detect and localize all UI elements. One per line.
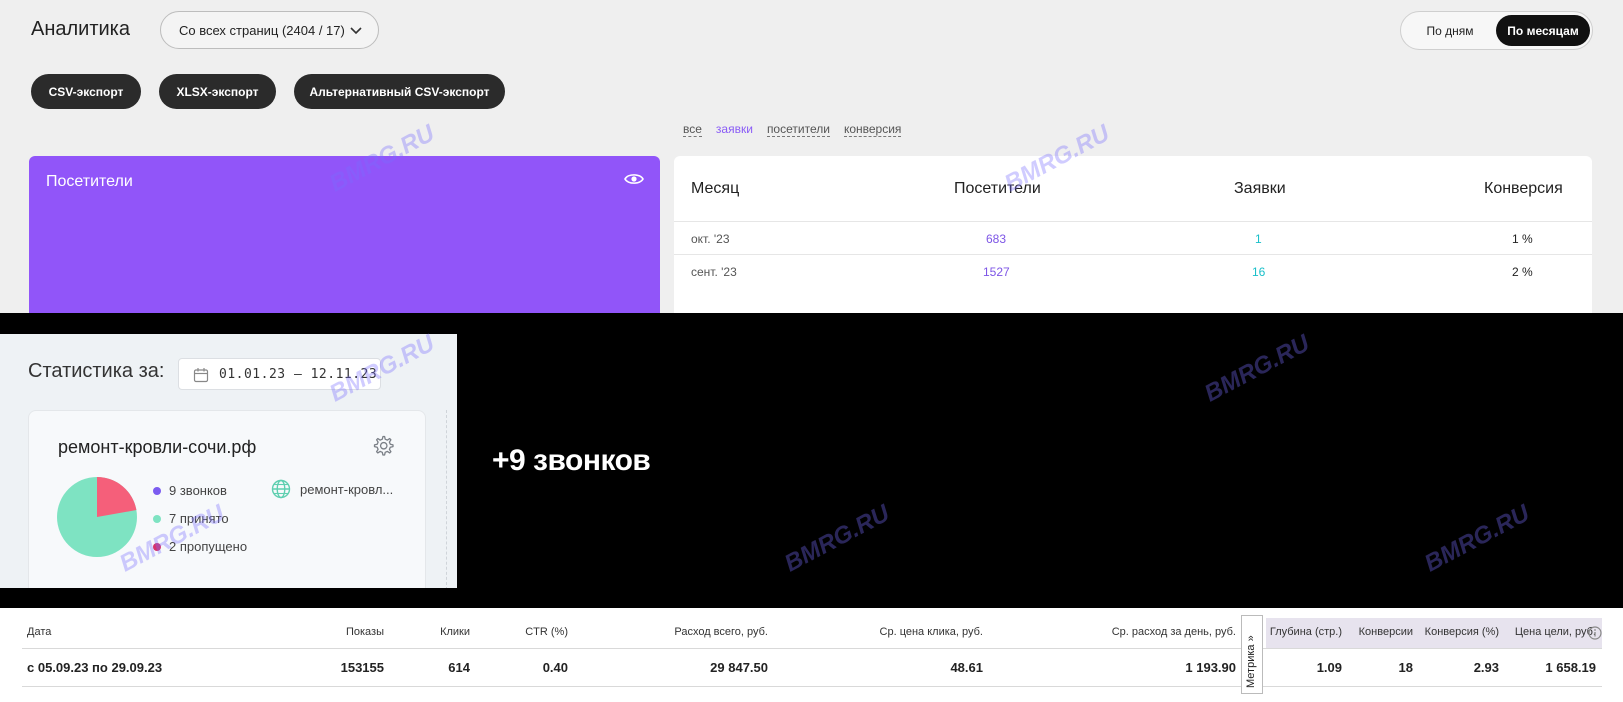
col-header-avg-click: Ср. цена клика, руб. [879,626,983,638]
date-range-value: 01.01.23 – 12.11.23 [219,366,378,382]
watermark: BMRG.RU [1420,499,1535,578]
watermark: BMRG.RU [780,499,895,578]
legend-dot [153,514,161,523]
legend-dot [153,542,161,551]
cell-ctr: 0.40 [542,660,568,675]
col-header-conversions: Конверсии [1358,626,1413,638]
legend-accepted: 7 принято [153,511,229,526]
col-header-ctr: CTR (%) [525,626,568,638]
legend-calls: 9 звонков [153,483,227,498]
filter-conversion[interactable]: конверсия [843,122,902,137]
metrika-toggle-tab[interactable]: Метрика » [1241,615,1263,694]
site-card: ремонт-кровли-сочи.рф 9 звонков 7 принят… [28,410,426,588]
cell-clicks: 614 [448,660,470,675]
row-month: сент. '23 [691,265,737,279]
col-header-total-spend: Расход всего, руб. [674,626,768,638]
cell-impressions: 153155 [340,660,384,675]
metrika-tab-label: Метрика » [1245,635,1257,688]
period-months-button[interactable]: По месяцам [1496,15,1590,46]
source-select-value: Со всех страниц (2404 / 17) [179,22,345,38]
screenshot-collage: Аналитика Со всех страниц (2404 / 17) По… [0,0,1623,702]
col-header-clicks: Клики [440,626,470,638]
info-icon[interactable] [1588,626,1602,640]
site-link[interactable]: ремонт-кровл... [271,479,393,499]
table-divider [674,221,1592,222]
site-link-label: ремонт-кровл... [300,481,394,497]
csv-export-button[interactable]: CSV-экспорт [31,74,141,109]
filter-requests[interactable]: заявки [716,122,753,137]
analytics-panel: Аналитика Со всех страниц (2404 / 17) По… [0,0,1623,313]
legend-label: 9 звонков [169,483,227,498]
row-conversion: 2 % [1512,265,1533,279]
table-divider [22,686,1602,687]
col-header-goal-price: Цена цели, руб. [1514,626,1596,638]
cell-total-spend: 29 847.50 [710,660,768,675]
period-toggle: По дням По месяцам [1400,11,1593,50]
filter-all[interactable]: все [683,122,702,137]
filter-visitors[interactable]: посетители [766,122,830,137]
col-header-conversion: Конверсия [1484,180,1563,197]
legend-missed: 2 пропущено [153,539,247,554]
dashed-separator [446,410,447,588]
col-header-impressions: Показы [345,626,384,638]
row-month: окт. '23 [691,232,730,246]
monthly-stats-table: Месяц Посетители Заявки Конверсия окт. '… [674,156,1592,313]
cell-date: с 05.09.23 по 29.09.23 [27,660,163,675]
pie-slice-missed [97,477,137,517]
cell-avg-click: 48.61 [950,660,983,675]
cell-avg-daily: 1 193.90 [1185,660,1236,675]
table-divider [674,254,1592,255]
table-divider [22,648,1602,649]
source-select[interactable]: Со всех страниц (2404 / 17) [160,11,379,49]
legend-label: 2 пропущено [169,539,248,554]
col-header-requests: Заявки [1234,180,1286,197]
calls-pie-chart [57,477,137,557]
date-range-picker[interactable]: 01.01.23 – 12.11.23 [178,358,381,390]
call-stats-panel: Статистика за: 01.01.23 – 12.11.23 ремон… [0,334,457,588]
watermark: BMRG.RU [1200,329,1315,408]
xlsx-export-button[interactable]: XLSX-экспорт [159,74,276,109]
cell-conversions: 18 [1398,660,1413,675]
period-days-button[interactable]: По дням [1405,15,1495,46]
col-header-visitors: Посетители [954,180,1041,197]
metric-filters: все заявки посетители конверсия [683,122,902,137]
col-header-date: Дата [27,626,52,638]
globe-icon [271,479,291,499]
row-visitors: 1527 [983,265,1010,279]
cell-goal-price: 1 658.19 [1545,660,1596,675]
legend-dot [153,486,161,495]
gear-icon[interactable] [371,434,395,458]
col-header-month: Месяц [691,180,740,197]
row-conversion: 1 % [1512,232,1533,246]
legend-label: 7 принято [169,511,229,526]
visitors-chart-card: Посетители [29,156,660,313]
alt-csv-export-button[interactable]: Альтернативный CSV-экспорт [294,74,505,109]
row-requests: 1 [1255,232,1262,246]
page-title: Аналитика [31,18,130,40]
chevron-down-icon [350,27,362,35]
stats-period-label: Статистика за: [28,360,165,382]
cell-depth: 1.09 [1316,660,1342,675]
col-header-avg-daily: Ср. расход за день, руб. [1111,626,1236,638]
site-name: ремонт-кровли-сочи.рф [58,437,257,457]
visitors-card-title: Посетители [46,173,133,190]
row-visitors: 683 [986,232,1007,246]
calls-count-banner: +9 звонков [492,444,651,477]
cell-conversion-rate: 2.93 [1473,660,1499,675]
row-requests: 16 [1252,265,1266,279]
calendar-icon [193,368,209,383]
col-header-depth: Глубина (стр.) [1269,626,1342,638]
ad-campaign-table: Дата Показы Клики CTR (%) Расход всего, … [0,608,1623,702]
eye-icon[interactable] [624,172,644,186]
col-header-conversion-rate: Конверсия (%) [1424,626,1499,638]
